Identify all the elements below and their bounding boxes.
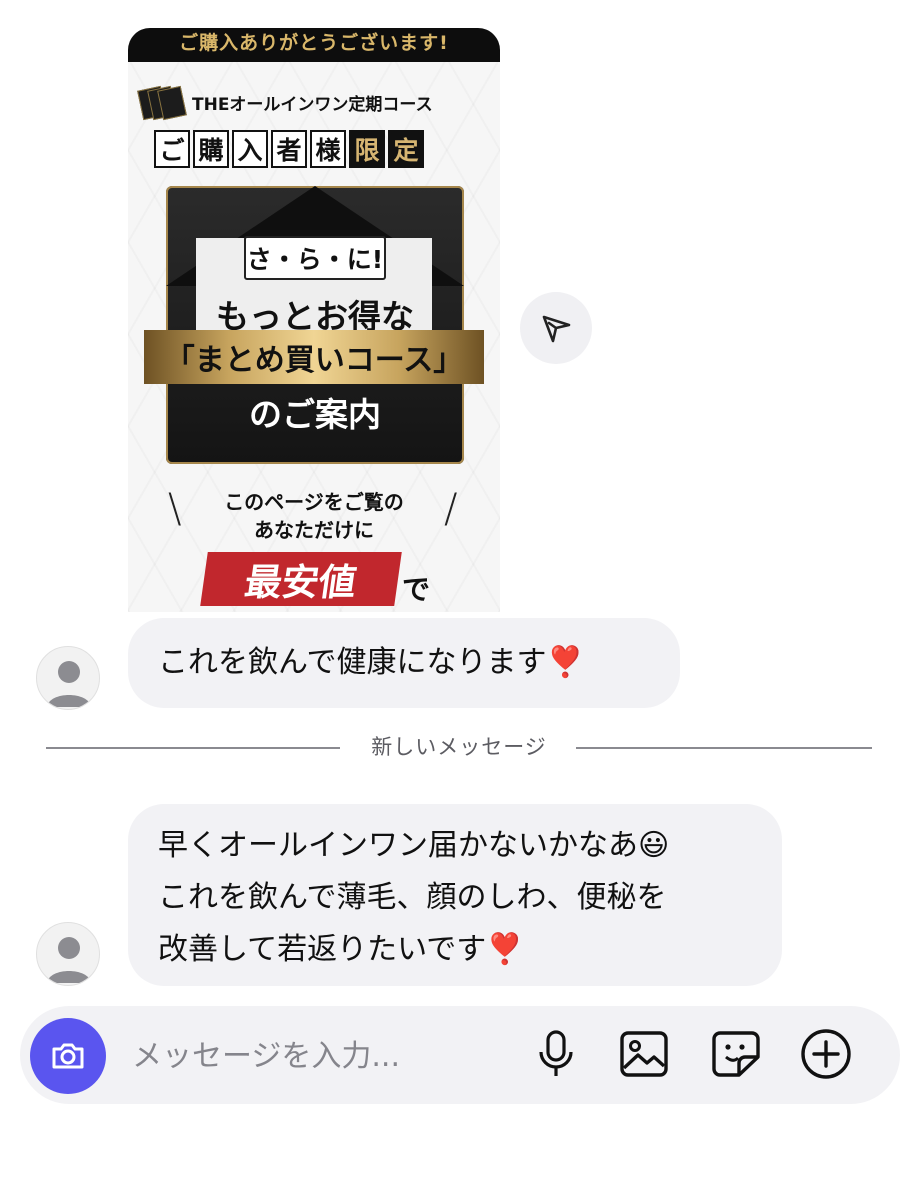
promo-exclusive-line1: このページをご覧の bbox=[224, 490, 404, 514]
limited-char: 定 bbox=[388, 130, 424, 168]
divider-label: 新しいメッセージ bbox=[371, 735, 547, 759]
add-button[interactable] bbox=[796, 1024, 856, 1084]
plus-circle-icon bbox=[801, 1029, 851, 1079]
microphone-icon bbox=[539, 1030, 573, 1076]
send-icon bbox=[542, 315, 571, 343]
message-input[interactable] bbox=[130, 1030, 514, 1082]
promo-sara-bubble: さ・ら・に! bbox=[244, 236, 386, 280]
limited-char: 者 bbox=[271, 130, 307, 168]
limited-char: ご bbox=[154, 130, 190, 168]
promo-annai: のご案内 bbox=[249, 395, 381, 434]
image-button[interactable] bbox=[614, 1024, 674, 1084]
promo-cheapest-badge: 最安値 bbox=[200, 552, 402, 606]
slash-left-icon: \ bbox=[168, 486, 182, 532]
promo-exclusive-line2: あなただけに bbox=[254, 518, 374, 542]
image-icon bbox=[620, 1031, 668, 1077]
promo-exclusive-text: このページをご覧の あなただけに bbox=[194, 488, 434, 544]
avatar[interactable] bbox=[36, 922, 100, 986]
limited-char: 購 bbox=[193, 130, 229, 168]
promo-course-band: 「まとめ買いコース」 bbox=[144, 330, 484, 384]
product-box-icon bbox=[137, 84, 187, 121]
microphone-button[interactable] bbox=[526, 1024, 586, 1084]
share-button[interactable] bbox=[520, 292, 592, 364]
promo-brand-row: THEオールインワン定期コース bbox=[137, 84, 433, 121]
avatar[interactable] bbox=[36, 646, 100, 710]
camera-icon bbox=[52, 1043, 84, 1069]
sticker-icon bbox=[712, 1031, 760, 1077]
limited-char: 様 bbox=[310, 130, 346, 168]
user-icon bbox=[47, 937, 91, 983]
promo-de: で bbox=[402, 573, 431, 606]
limited-char: 限 bbox=[349, 130, 385, 168]
message-line: 改善して若返りたいです❣️ bbox=[158, 932, 524, 967]
message-bubble[interactable]: 早くオールインワン届かないかなあ😃 これを飲んで薄毛、顔のしわ、便秘を 改善して… bbox=[128, 804, 782, 986]
message-text: これを飲んで健康になります❣️ bbox=[158, 645, 584, 680]
sticker-button[interactable] bbox=[706, 1024, 766, 1084]
promo-top-banner: ご購入ありがとうございます! bbox=[128, 28, 500, 62]
user-icon bbox=[47, 661, 91, 707]
promo-image[interactable]: ご購入ありがとうございます! THEオールインワン定期コース ご 購 入 者 様… bbox=[128, 28, 500, 612]
message-line: これを飲んで薄毛、顔のしわ、便秘を bbox=[158, 880, 667, 915]
message-bubble[interactable]: これを飲んで健康になります❣️ bbox=[128, 618, 680, 708]
message-line: 早くオールインワン届かないかなあ😃 bbox=[158, 828, 670, 863]
promo-limited-label: ご 購 入 者 様 限 定 bbox=[154, 130, 427, 168]
limited-char: 入 bbox=[232, 130, 268, 168]
slash-right-icon: / bbox=[444, 486, 458, 532]
camera-button[interactable] bbox=[30, 1018, 106, 1094]
promo-brand-text: THEオールインワン定期コース bbox=[192, 94, 433, 115]
